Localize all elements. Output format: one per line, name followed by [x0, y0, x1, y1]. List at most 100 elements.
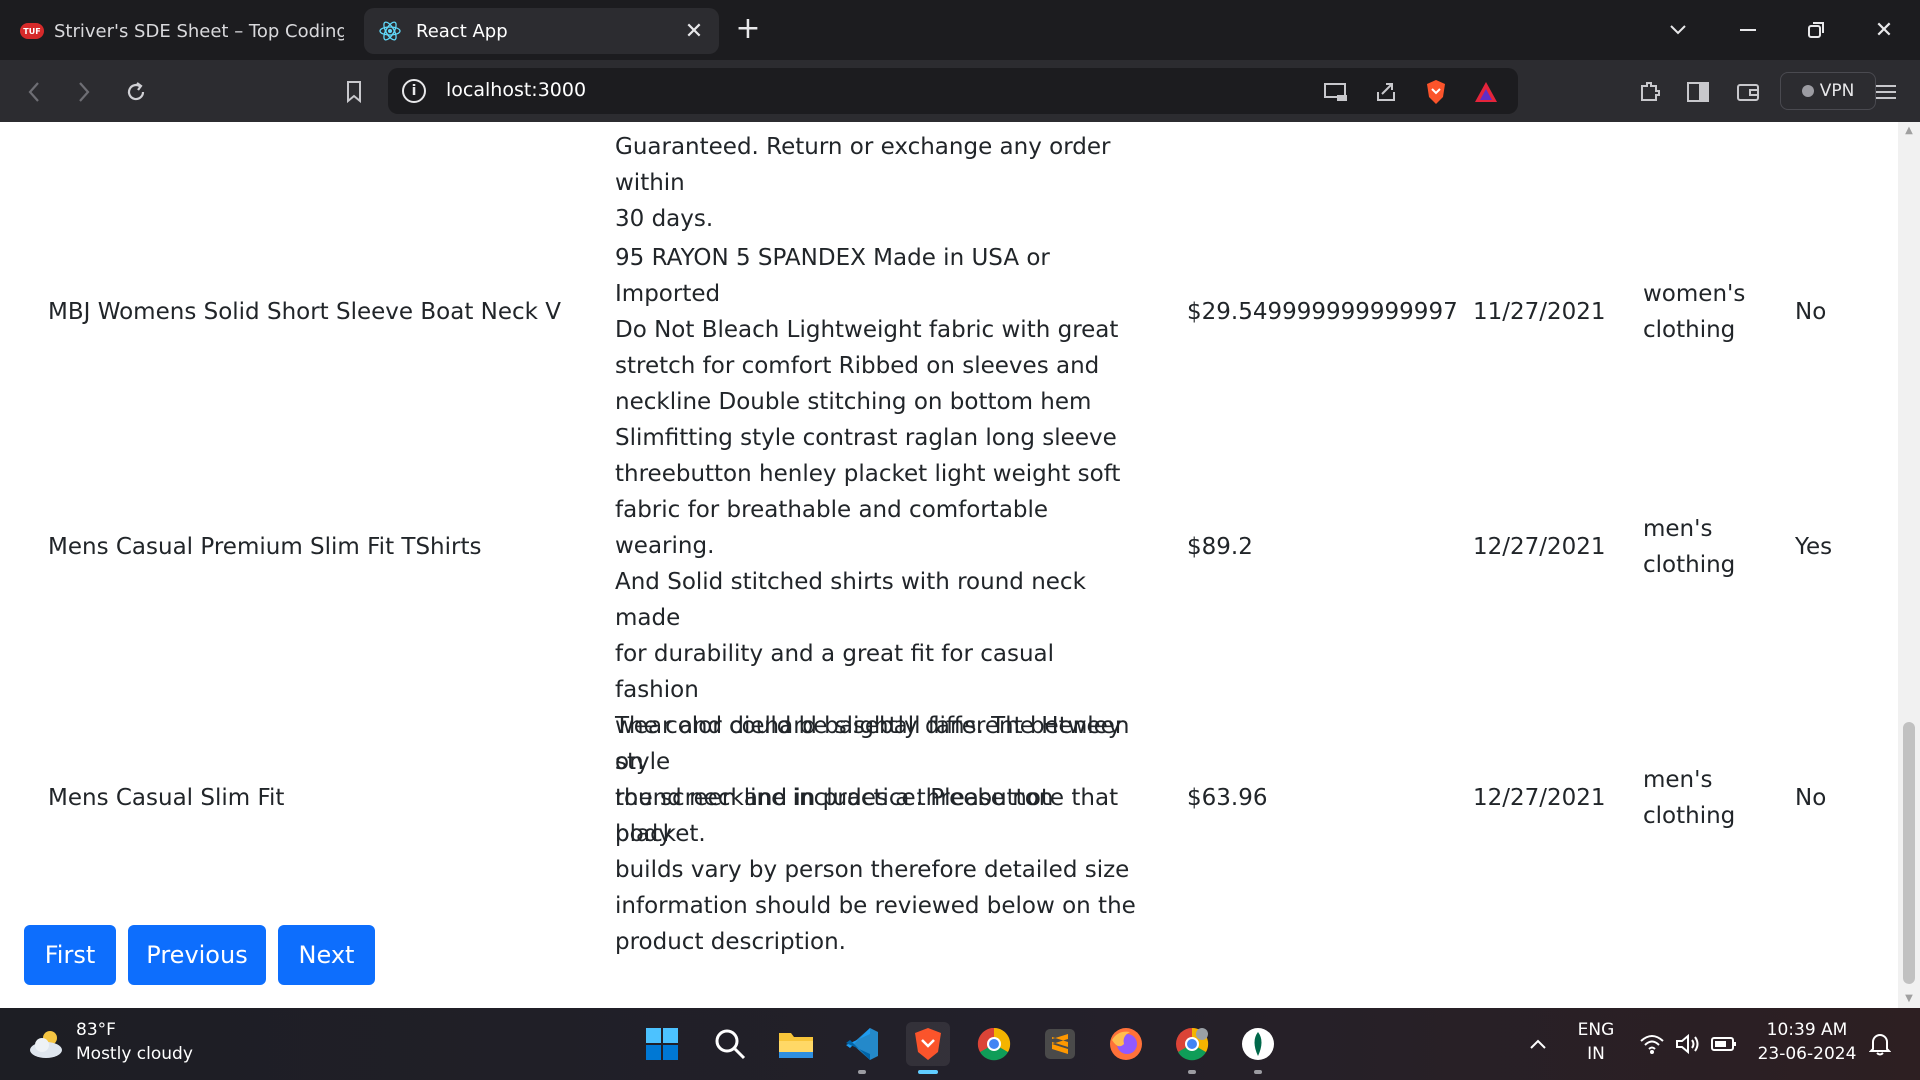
- new-tab-button[interactable]: +: [732, 14, 764, 46]
- category-line: men's: [1643, 516, 1713, 542]
- vpn-button[interactable]: VPN: [1780, 72, 1876, 110]
- sidebar-icon[interactable]: [1680, 74, 1716, 110]
- sublime-text-icon[interactable]: [1038, 1022, 1082, 1066]
- description-line: The color could be slightly different be…: [615, 713, 1130, 775]
- wallet-icon[interactable]: [1730, 74, 1766, 110]
- url-text[interactable]: localhost:3000: [446, 79, 586, 101]
- restore-icon[interactable]: [1796, 14, 1836, 46]
- category-line: clothing: [1643, 317, 1736, 343]
- page-scrollbar[interactable]: ▲ ▼: [1898, 122, 1920, 1008]
- battery-icon[interactable]: [1710, 1030, 1738, 1058]
- product-flag: Yes: [1795, 534, 1833, 560]
- scroll-up-arrow-icon[interactable]: ▲: [1898, 122, 1920, 140]
- running-indicator: [858, 1070, 866, 1074]
- category-line: clothing: [1643, 552, 1736, 578]
- clock-date[interactable]: 23-06-2024: [1756, 1044, 1858, 1064]
- volume-icon[interactable]: [1674, 1030, 1702, 1058]
- browser-tab-bar: TUF Striver's SDE Sheet – Top Coding Int…: [0, 0, 1920, 60]
- active-app-indicator: [918, 1070, 938, 1074]
- forward-icon[interactable]: [66, 74, 102, 110]
- cast-icon[interactable]: [1322, 78, 1350, 106]
- description-line: builds vary by person therefore detailed…: [615, 857, 1130, 883]
- product-date: 11/27/2021: [1473, 299, 1606, 325]
- description-line: the screen and in practice. Please note …: [615, 785, 1119, 847]
- site-info-icon[interactable]: i: [402, 79, 426, 103]
- previous-page-button[interactable]: Previous: [128, 925, 266, 985]
- back-icon[interactable]: [16, 74, 52, 110]
- language-indicator[interactable]: ENG: [1574, 1020, 1618, 1040]
- running-indicator: [1188, 1070, 1196, 1074]
- minimize-icon[interactable]: [1728, 14, 1768, 46]
- mongodb-compass-icon[interactable]: [1236, 1022, 1280, 1074]
- table-row: Guaranteed. Return or exchange any order…: [0, 122, 1898, 232]
- description-line: fabric for breathable and comfortable we…: [615, 497, 1049, 559]
- extensions-icon[interactable]: [1632, 74, 1668, 110]
- description-line: information should be reviewed below on …: [615, 893, 1136, 919]
- show-hidden-icons-chevron-icon[interactable]: [1524, 1030, 1552, 1058]
- vscode-icon[interactable]: [840, 1022, 884, 1074]
- close-tab-icon[interactable]: ✕: [681, 18, 707, 44]
- share-icon[interactable]: [1372, 78, 1400, 106]
- page-viewport: Guaranteed. Return or exchange any order…: [0, 122, 1898, 1008]
- description-line: Guaranteed. Return or exchange any order…: [615, 134, 1111, 196]
- chrome-profile-icon[interactable]: [1170, 1022, 1214, 1074]
- product-price: $63.96: [1187, 785, 1268, 811]
- windows-start-icon[interactable]: [640, 1022, 684, 1066]
- search-icon[interactable]: [708, 1022, 752, 1066]
- tab-react-app[interactable]: React App ✕: [364, 8, 719, 54]
- clock-time[interactable]: 10:39 AM: [1756, 1020, 1858, 1040]
- table-row: MBJ Womens Solid Short Sleeve Boat Neck …: [0, 237, 1898, 415]
- product-date: 12/27/2021: [1473, 534, 1606, 560]
- product-category: men's clothing: [1643, 511, 1763, 583]
- vpn-status-icon: [1801, 85, 1814, 97]
- description-line: 95 RAYON 5 SPANDEX Made in USA or Import…: [615, 245, 1050, 307]
- description-line: product description.: [615, 929, 846, 955]
- notification-bell-icon[interactable]: [1866, 1030, 1894, 1058]
- product-description: The color could be slightly different be…: [615, 708, 1145, 960]
- category-line: men's: [1643, 767, 1713, 793]
- address-bar[interactable]: i localhost:3000: [388, 68, 1518, 114]
- description-line: Do Not Bleach Lightweight fabric with gr…: [615, 317, 1119, 343]
- brave-rewards-icon[interactable]: [1472, 78, 1500, 106]
- product-flag: No: [1795, 785, 1827, 811]
- running-indicator: [1254, 1070, 1262, 1074]
- scrollbar-thumb[interactable]: [1903, 722, 1915, 984]
- first-page-button[interactable]: First: [24, 925, 116, 985]
- brave-shields-icon[interactable]: [1422, 78, 1450, 106]
- reload-icon[interactable]: [118, 74, 154, 110]
- product-title: MBJ Womens Solid Short Sleeve Boat Neck …: [48, 299, 562, 325]
- tab-search-chevron-icon[interactable]: [1658, 14, 1698, 46]
- tab-strivers-sde-sheet[interactable]: TUF Striver's SDE Sheet – Top Coding Int…: [10, 8, 355, 54]
- browser-toolbar: i localhost:3000 VPN: [0, 60, 1920, 122]
- menu-icon[interactable]: [1868, 74, 1904, 110]
- weather-temperature[interactable]: 83°F: [76, 1020, 116, 1040]
- tab-title: React App: [416, 20, 508, 42]
- category-line: clothing: [1643, 803, 1736, 829]
- cloudy-weather-icon[interactable]: [28, 1028, 66, 1060]
- product-price: $89.2: [1187, 534, 1253, 560]
- description-line: for durability and a great fit for casua…: [615, 641, 1055, 703]
- product-title: Mens Casual Premium Slim Fit TShirts: [48, 534, 482, 560]
- wifi-icon[interactable]: [1638, 1030, 1666, 1058]
- description-line: Slimfitting style contrast raglan long s…: [615, 425, 1117, 451]
- table-row: Mens Casual Premium Slim Fit TShirts Sli…: [0, 417, 1898, 847]
- weather-description[interactable]: Mostly cloudy: [76, 1044, 193, 1064]
- next-page-button[interactable]: Next: [278, 925, 375, 985]
- firefox-icon[interactable]: [1104, 1022, 1148, 1066]
- language-region[interactable]: IN: [1574, 1044, 1618, 1064]
- product-price: $29.549999999999997: [1187, 299, 1458, 325]
- scroll-down-arrow-icon[interactable]: ▼: [1898, 990, 1920, 1008]
- description-line: threebutton henley placket light weight …: [615, 461, 1121, 487]
- chrome-icon[interactable]: [972, 1022, 1016, 1066]
- product-category: women's clothing: [1643, 276, 1763, 348]
- bookmark-icon[interactable]: [336, 74, 372, 110]
- tuf-favicon-icon: TUF: [20, 23, 44, 39]
- product-flag: No: [1795, 299, 1827, 325]
- file-explorer-icon[interactable]: [774, 1022, 818, 1066]
- brave-browser-icon[interactable]: [906, 1022, 950, 1074]
- description-line: And Solid stitched shirts with round nec…: [615, 569, 1086, 631]
- product-description: Guaranteed. Return or exchange any order…: [615, 129, 1145, 237]
- category-line: women's: [1643, 281, 1746, 307]
- close-window-icon[interactable]: ✕: [1864, 14, 1904, 46]
- description-line: neckline Double stitching on bottom hem: [615, 389, 1092, 415]
